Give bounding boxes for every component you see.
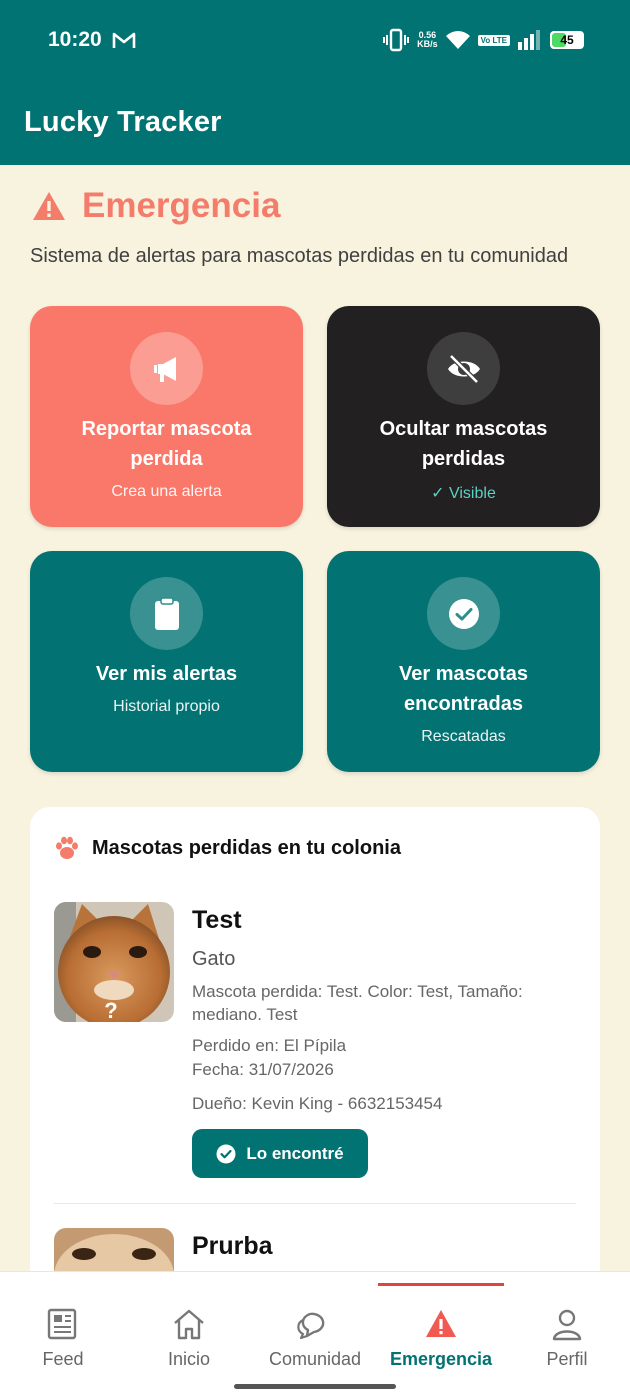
pet-species: Gato <box>192 948 236 970</box>
visibility-status: ✓ Visible <box>431 485 496 502</box>
lost-pets-title: Mascotas perdidas en tu colonia <box>92 836 401 859</box>
home-icon <box>174 1309 204 1340</box>
pet-description: Mascota perdida: Test. Color: Test, Tama… <box>192 982 523 1024</box>
nav-label-inicio: Inicio <box>167 1349 211 1369</box>
report-lost-pet-card[interactable]: Reportar mascota perdida Crea una alerta <box>30 306 303 527</box>
hide-lost-pets-card[interactable]: Ocultar mascotas perdidas ✓ Visible <box>327 306 600 527</box>
found-pet-button-label: Lo encontré <box>246 1143 344 1163</box>
pet-name: Prurba <box>192 1232 273 1260</box>
nav-label-perfil: Perfil <box>546 1349 588 1369</box>
status-bar: 10:20 0.56 KB/s Vo LTE 45 <box>0 0 630 80</box>
app-title: Lucky Tracker <box>24 106 222 138</box>
signal-icon <box>518 30 540 50</box>
nav-item-comunidad[interactable]: Comunidad <box>252 1272 378 1382</box>
status-time: 10:20 <box>48 28 102 51</box>
nav-item-perfil[interactable]: Perfil <box>504 1272 630 1382</box>
status-icons: 0.56 KB/s Vo LTE 45 <box>383 28 584 52</box>
pet-lost-date: Fecha: 31/07/2026 <box>192 1060 334 1079</box>
lost-pets-header: Mascotas perdidas en tu colonia <box>54 835 401 861</box>
warning-icon <box>33 192 65 220</box>
eye-off-icon <box>427 332 500 405</box>
report-card-subtitle: Crea una alerta <box>111 483 222 500</box>
found-pet-button[interactable]: Lo encontré <box>192 1129 368 1178</box>
found-card-subtitle: Rescatadas <box>421 728 506 745</box>
user-icon <box>552 1309 582 1341</box>
bottom-nav: Feed Inicio Comunidad Emergencia Perfil <box>0 1271 630 1400</box>
gesture-handle[interactable] <box>234 1384 396 1389</box>
page-title-row: Emergencia <box>32 186 280 226</box>
battery-icon: 45 <box>550 31 584 49</box>
gmail-icon <box>112 32 136 48</box>
warning-icon <box>426 1310 456 1337</box>
found-pets-card[interactable]: Ver mascotas encontradas Rescatadas <box>327 551 600 772</box>
paw-icon <box>56 836 78 859</box>
pet-photo[interactable]: ? <box>54 902 174 1022</box>
found-card-title: Ver mascotas encontradas <box>399 663 528 715</box>
my-alerts-card[interactable]: Ver mis alertas Historial propio <box>30 551 303 772</box>
page-title: Emergencia <box>82 186 281 225</box>
my-alerts-title: Ver mis alertas <box>95 663 238 685</box>
nav-label-comunidad: Comunidad <box>268 1349 362 1369</box>
volte-badge: Vo LTE <box>477 34 510 46</box>
lost-pet-item: ? Test Gato Mascota perdida: Test. Color… <box>54 902 576 1192</box>
report-card-title: Reportar mascota perdida <box>81 418 252 470</box>
vibrate-icon <box>383 28 410 52</box>
wifi-icon <box>445 31 470 49</box>
megaphone-icon <box>130 332 203 405</box>
nav-item-emergencia[interactable]: Emergencia <box>378 1272 504 1382</box>
newspaper-icon <box>47 1308 77 1340</box>
nav-item-feed[interactable]: Feed <box>0 1272 126 1382</box>
my-alerts-subtitle: Historial propio <box>113 698 220 715</box>
check-circle-icon <box>216 1144 236 1163</box>
active-tab-indicator <box>378 1283 504 1286</box>
page-subtitle: Sistema de alertas para mascotas perdida… <box>30 245 569 267</box>
svg-text:?: ? <box>104 998 117 1022</box>
pet-owner: Dueño: Kevin King - 6632153454 <box>192 1094 443 1113</box>
nav-label-feed: Feed <box>42 1349 84 1369</box>
app-header: 10:20 0.56 KB/s Vo LTE 45 Lucky Tracker <box>0 0 630 165</box>
list-divider <box>54 1203 576 1204</box>
pet-name: Test <box>192 906 242 934</box>
net-speed: 0.56 KB/s <box>417 30 438 49</box>
nav-label-emergencia: Emergencia <box>389 1349 493 1369</box>
check-circle-icon <box>427 577 500 650</box>
hide-card-title: Ocultar mascotas perdidas <box>379 418 548 470</box>
nav-item-inicio[interactable]: Inicio <box>126 1272 252 1382</box>
chat-bubbles-icon <box>297 1312 325 1340</box>
pet-location-date: Perdido en: El Pípila Fecha: 31/07/2026 <box>192 1034 346 1082</box>
pet-lost-location: Perdido en: El Pípila <box>192 1036 347 1055</box>
clipboard-icon <box>130 577 203 650</box>
